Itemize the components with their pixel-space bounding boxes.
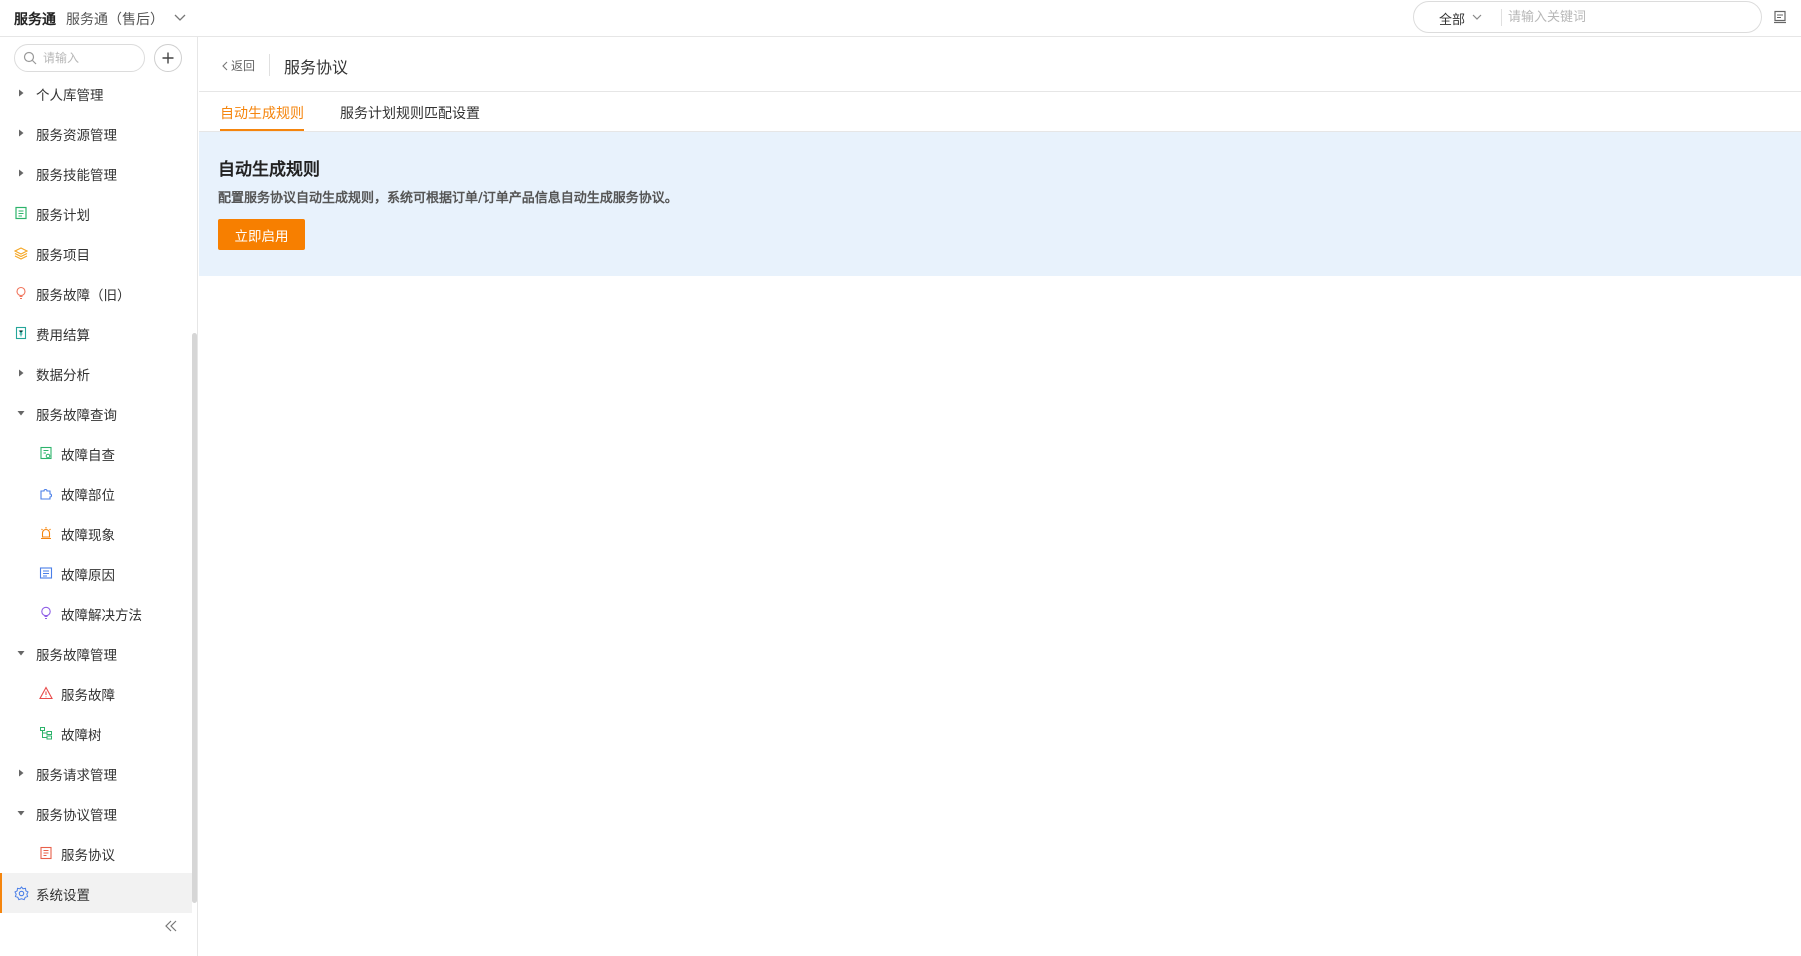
chevron-down-icon[interactable] (1471, 11, 1483, 23)
global-search-input[interactable] (1508, 6, 1748, 28)
active-tab-indicator (220, 129, 304, 131)
tab-auto-generation-rules[interactable]: 自动生成规则 (220, 103, 304, 123)
sidebar-item-fee-settlement[interactable]: 费用结算 (0, 313, 192, 353)
sidebar-item-label: 故障树 (61, 728, 102, 744)
layers-icon (13, 245, 29, 261)
checklist-icon (38, 445, 54, 461)
sidebar-item-fault-location[interactable]: 故障部位 (0, 473, 192, 513)
document-list-icon (13, 205, 29, 221)
sidebar-item-label: 服务协议 (61, 848, 115, 864)
inbox-icon[interactable] (1772, 9, 1788, 25)
enable-now-button[interactable]: 立即启用 (218, 219, 305, 250)
sidebar-item-label: 数据分析 (36, 368, 90, 384)
sidebar-item-personal-library[interactable]: 个人库管理 (0, 73, 192, 113)
gear-icon (13, 885, 29, 901)
list-box-icon (38, 565, 54, 581)
back-button[interactable]: 返回 (221, 57, 255, 74)
sidebar-item-label: 服务故障（旧） (36, 288, 131, 304)
panel-description: 配置服务协议自动生成规则，系统可根据订单/订单产品信息自动生成服务协议。 (218, 191, 678, 206)
sidebar: 个人库管理 服务资源管理 服务技能管理 服务计划 服务项目 服务故障（旧） 费用… (0, 37, 198, 956)
caret-right-icon (13, 165, 29, 181)
sidebar-item-fault-solution[interactable]: 故障解决方法 (0, 593, 192, 633)
sidebar-item-label: 系统设置 (36, 888, 90, 904)
sidebar-item-label: 故障现象 (61, 528, 115, 544)
sidebar-item-label: 服务故障 (61, 688, 115, 704)
caret-down-icon (13, 805, 29, 821)
global-search: 全部 (1413, 1, 1762, 33)
sidebar-item-fault-query[interactable]: 服务故障查询 (0, 393, 192, 433)
sidebar-item-label: 故障自查 (61, 448, 115, 464)
collapse-sidebar-icon[interactable] (163, 918, 179, 934)
sidebar-search-input[interactable] (43, 49, 138, 67)
panel-title: 自动生成规则 (218, 160, 320, 180)
plus-icon (162, 52, 174, 64)
sidebar-item-label: 故障部位 (61, 488, 115, 504)
sidebar-item-label: 服务项目 (36, 248, 90, 264)
sidebar-scrollbar[interactable] (192, 333, 197, 903)
sidebar-item-fault-self-check[interactable]: 故障自查 (0, 433, 192, 473)
tab-bar: 自动生成规则 服务计划规则匹配设置 (199, 92, 1801, 132)
main-content: 返回 服务协议 自动生成规则 服务计划规则匹配设置 自动生成规则 配置服务协议自… (199, 37, 1801, 956)
caret-down-icon (13, 645, 29, 661)
sidebar-item-fault-cause[interactable]: 故障原因 (0, 553, 192, 593)
puzzle-icon (38, 485, 54, 501)
sidebar-item-service-plan[interactable]: 服务计划 (0, 193, 192, 233)
divider (1501, 9, 1502, 26)
sidebar-item-label: 服务计划 (36, 208, 90, 224)
sidebar-item-system-settings[interactable]: 系统设置 (0, 873, 192, 913)
caret-right-icon (13, 125, 29, 141)
sidebar-item-service-agreement[interactable]: 服务协议 (0, 833, 192, 873)
caret-right-icon (13, 765, 29, 781)
sidebar-nav: 个人库管理 服务资源管理 服务技能管理 服务计划 服务项目 服务故障（旧） 费用… (0, 87, 192, 913)
sidebar-item-agreement-management[interactable]: 服务协议管理 (0, 793, 192, 833)
sidebar-item-service-skills[interactable]: 服务技能管理 (0, 153, 192, 193)
search-icon (23, 51, 37, 65)
sidebar-item-service-requests[interactable]: 服务请求管理 (0, 753, 192, 793)
contract-icon (38, 845, 54, 861)
tree-icon (38, 725, 54, 741)
warning-icon (38, 685, 54, 701)
alarm-icon (38, 525, 54, 541)
chevron-left-icon (222, 61, 228, 70)
chevron-down-icon[interactable] (172, 9, 188, 25)
bulb-outline-icon (38, 605, 54, 621)
sidebar-item-label: 服务故障查询 (36, 408, 117, 424)
top-bar: 服务通 服务通（售后） 全部 (0, 0, 1801, 37)
sidebar-item-label: 个人库管理 (36, 88, 104, 104)
app-name: 服务通 (14, 12, 56, 28)
sidebar-item-service-fault[interactable]: 服务故障 (0, 673, 192, 713)
search-scope-select[interactable]: 全部 (1439, 9, 1465, 28)
caret-down-icon (13, 405, 29, 421)
back-label: 返回 (231, 59, 256, 73)
add-button[interactable] (154, 44, 182, 72)
sidebar-item-label: 服务技能管理 (36, 168, 117, 184)
lightbulb-icon (13, 285, 29, 301)
sidebar-item-label: 服务资源管理 (36, 128, 117, 144)
divider (269, 54, 270, 76)
receipt-icon (13, 325, 29, 341)
page-title: 服务协议 (284, 58, 349, 77)
sidebar-item-label: 服务故障管理 (36, 648, 117, 664)
tab-plan-rule-matching[interactable]: 服务计划规则匹配设置 (340, 103, 480, 123)
sidebar-item-fault-management[interactable]: 服务故障管理 (0, 633, 192, 673)
sidebar-item-service-project[interactable]: 服务项目 (0, 233, 192, 273)
sidebar-item-service-resources[interactable]: 服务资源管理 (0, 113, 192, 153)
app-subtitle[interactable]: 服务通（售后） (66, 9, 164, 29)
sidebar-item-data-analysis[interactable]: 数据分析 (0, 353, 192, 393)
sidebar-item-label: 费用结算 (36, 328, 90, 344)
sidebar-search (14, 44, 145, 72)
caret-right-icon (13, 85, 29, 101)
sidebar-item-label: 故障解决方法 (61, 608, 142, 624)
sidebar-item-label: 故障原因 (61, 568, 115, 584)
sidebar-item-label: 服务协议管理 (36, 808, 117, 824)
caret-right-icon (13, 365, 29, 381)
auto-rule-panel: 自动生成规则 配置服务协议自动生成规则，系统可根据订单/订单产品信息自动生成服务… (199, 132, 1801, 276)
sidebar-item-fault-phenomenon[interactable]: 故障现象 (0, 513, 192, 553)
sidebar-item-service-fault-old[interactable]: 服务故障（旧） (0, 273, 192, 313)
sidebar-item-fault-tree[interactable]: 故障树 (0, 713, 192, 753)
sidebar-item-label: 服务请求管理 (36, 768, 117, 784)
page-header: 返回 服务协议 (199, 37, 1801, 92)
